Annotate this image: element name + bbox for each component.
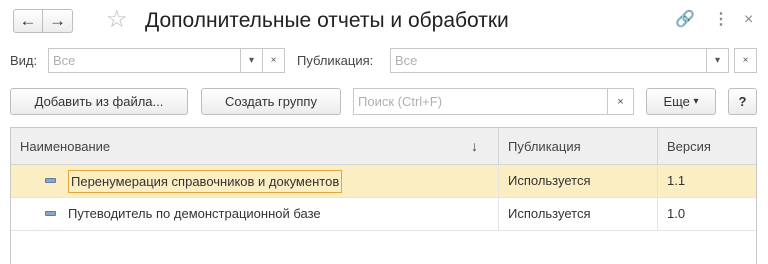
help-button[interactable]: ?	[728, 88, 757, 115]
table-row[interactable]: Перенумерация справочников и документов …	[11, 165, 756, 198]
clear-icon: ×	[742, 55, 749, 66]
publication-cell: Используется	[499, 165, 658, 197]
arrow-right-icon: →	[49, 11, 66, 30]
chevron-down-icon: ▾	[248, 55, 255, 66]
more-vertical-icon[interactable]: ⋮	[713, 9, 729, 31]
sort-down-icon[interactable]: ↓	[471, 128, 478, 165]
item-icon	[45, 178, 56, 183]
add-from-file-button[interactable]: Добавить из файла...	[10, 88, 188, 115]
item-icon	[45, 211, 56, 216]
close-icon[interactable]: ×	[744, 9, 753, 31]
name-cell: Перенумерация справочников и документов	[11, 165, 499, 197]
search-clear-button[interactable]: ×	[607, 88, 634, 115]
clear-icon: ×	[270, 55, 277, 66]
table-row[interactable]: Путеводитель по демонстрационной базе Ис…	[11, 198, 756, 231]
version-cell: 1.1	[667, 173, 686, 188]
kind-field[interactable]: Все	[48, 48, 241, 73]
version-cell: 1.0	[667, 206, 686, 221]
kind-clear-button[interactable]: ×	[262, 48, 285, 73]
publication-cell: Используется	[499, 198, 658, 230]
more-label: Еще	[663, 94, 690, 109]
column-header-name[interactable]: Наименование	[11, 128, 499, 165]
processing-table: Наименование ↓ Публикация Версия Перенум…	[10, 127, 757, 264]
chevron-down-icon: ▾	[714, 55, 721, 66]
column-header-version[interactable]: Версия	[658, 128, 756, 165]
column-header-publication[interactable]: Публикация	[499, 128, 658, 165]
table-header: Наименование ↓ Публикация Версия	[11, 128, 756, 165]
page-title: Дополнительные отчеты и обработки	[145, 9, 509, 32]
publication-clear-button[interactable]: ×	[734, 48, 757, 73]
publication-dropdown-button[interactable]: ▾	[706, 48, 729, 73]
clear-icon: ×	[617, 95, 624, 108]
star-icon[interactable]: ☆	[106, 6, 128, 34]
name-cell: Путеводитель по демонстрационной базе	[11, 198, 499, 230]
search-input[interactable]: Поиск (Ctrl+F)	[353, 88, 608, 115]
row-name: Перенумерация справочников и документов	[68, 170, 343, 193]
publication-field[interactable]: Все	[390, 48, 707, 73]
more-button[interactable]: Еще ▾	[646, 88, 716, 115]
kind-label: Вид:	[10, 53, 38, 68]
back-button[interactable]: ←	[13, 9, 43, 33]
arrow-left-icon: ←	[19, 11, 37, 30]
link-icon[interactable]: 🔗	[675, 9, 695, 31]
kind-dropdown-button[interactable]: ▾	[240, 48, 263, 73]
forward-button[interactable]: →	[43, 9, 73, 33]
create-group-button[interactable]: Создать группу	[201, 88, 341, 115]
row-name: Путеводитель по демонстрационной базе	[68, 206, 321, 221]
publication-label: Публикация:	[297, 53, 374, 68]
chevron-down-icon: ▾	[693, 96, 699, 107]
